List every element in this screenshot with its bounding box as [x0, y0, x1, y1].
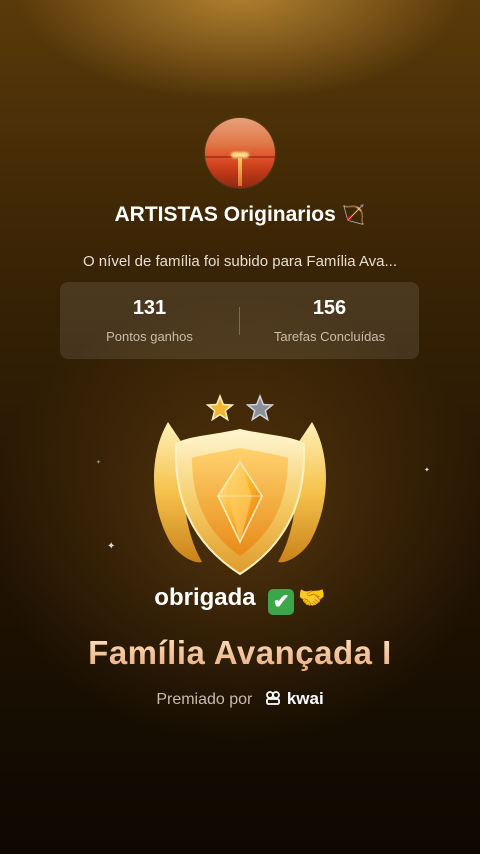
check-mark-icon: ✔: [268, 589, 295, 615]
sparkle-icon: ✦: [424, 467, 430, 474]
kwai-brand: kwai: [286, 689, 324, 708]
level-title: Família Avançada I: [0, 634, 480, 672]
thank-you-text: obrigada: [154, 584, 256, 611]
profile-avatar[interactable]: [205, 118, 275, 188]
family-level-badge: [154, 393, 326, 576]
bow-arrow-icon: 🏹: [341, 205, 366, 226]
handshake-icon: 🤝: [298, 585, 326, 610]
tasks-value: 156: [312, 297, 347, 319]
badge-star-empty: [245, 393, 275, 422]
points-value: 131: [132, 297, 167, 319]
points-stat: 131 Pontos ganhos: [60, 297, 239, 344]
points-label: Pontos ganhos: [106, 329, 193, 344]
family-name: ARTISTAS Originarios 🏹: [0, 203, 480, 227]
family-name-text: ARTISTAS Originarios: [114, 203, 336, 226]
level-up-notice: O nível de família foi subido para Famíl…: [82, 253, 398, 270]
awarded-prefix: Premiado por: [156, 691, 253, 708]
stats-panel: 131 Pontos ganhos 156 Tarefas Concluídas: [60, 282, 419, 359]
thank-you-message: obrigada ✔ 🤝: [0, 584, 480, 615]
tasks-label: Tarefas Concluídas: [273, 329, 386, 344]
awarded-by: Premiado por kwai: [0, 689, 480, 709]
sparkle-icon: ✦: [96, 460, 102, 466]
sparkle-icon: ✦: [107, 541, 116, 552]
kwai-logo-icon: [265, 691, 280, 705]
badge-star-earned: [205, 393, 235, 422]
tasks-stat: 156 Tarefas Concluídas: [240, 297, 419, 344]
